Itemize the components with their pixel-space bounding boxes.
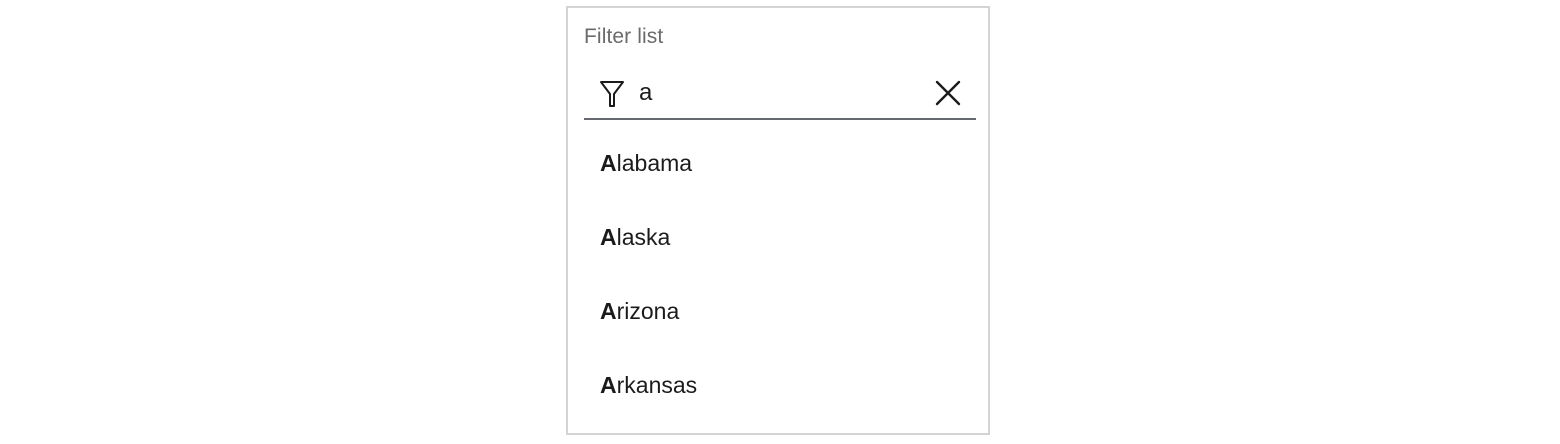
list-item-text: laska bbox=[616, 223, 671, 250]
filter-label: Filter list bbox=[584, 25, 664, 48]
list-item[interactable]: Alaska bbox=[584, 200, 976, 274]
list-item-text: rizona bbox=[616, 297, 680, 324]
match-highlight: A bbox=[600, 149, 617, 176]
list-item-text: rkansas bbox=[616, 371, 698, 398]
results-list: Alabama Alaska Arizona Arkansas bbox=[584, 126, 976, 422]
filter-list-panel: Filter list Alabama Alaska Arizona Arkan… bbox=[566, 6, 990, 435]
list-item[interactable]: Arkansas bbox=[584, 348, 976, 422]
list-item[interactable]: Alabama bbox=[584, 126, 976, 200]
clear-filter-button[interactable] bbox=[933, 78, 963, 108]
match-highlight: A bbox=[600, 297, 617, 324]
list-item-text: labama bbox=[616, 149, 693, 176]
filter-icon bbox=[599, 79, 625, 109]
filter-field[interactable] bbox=[584, 68, 976, 120]
list-item[interactable]: Arizona bbox=[584, 274, 976, 348]
match-highlight: A bbox=[600, 371, 617, 398]
filter-input[interactable] bbox=[639, 78, 919, 108]
close-icon bbox=[935, 80, 961, 106]
match-highlight: A bbox=[600, 223, 617, 250]
